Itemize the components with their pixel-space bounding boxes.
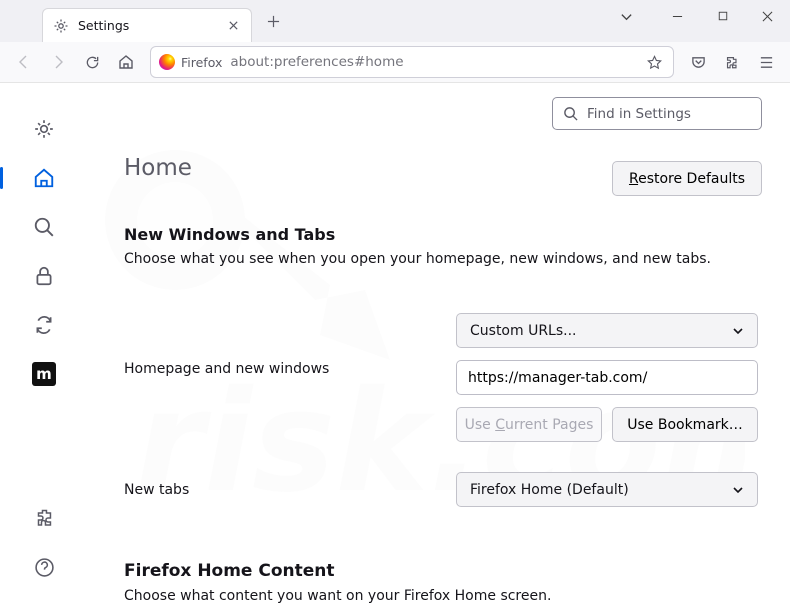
search-icon [563,106,578,121]
firefox-icon [159,54,175,70]
sidebar-item-sync[interactable] [24,305,64,345]
home-button[interactable] [110,46,142,78]
homepage-url-input[interactable] [456,360,758,395]
forward-button[interactable] [42,46,74,78]
maximize-button[interactable] [700,0,745,32]
section-heading: New Windows and Tabs [124,225,762,244]
tab-label: Settings [78,18,216,33]
sidebar-item-addons[interactable] [24,497,64,537]
urlbar[interactable]: Firefox about:preferences#home [150,46,674,78]
url-text: about:preferences#home [230,54,403,70]
search-placeholder: Find in Settings [587,106,691,122]
section-heading: Firefox Home Content [124,561,762,581]
search-input[interactable]: Find in Settings [552,97,762,130]
browser-tab[interactable]: Settings [42,8,252,42]
close-icon[interactable] [225,18,241,34]
section-desc: Choose what you see when you open your h… [124,251,762,267]
minimize-button[interactable] [655,0,700,32]
identity-box[interactable]: Firefox [159,54,222,70]
sidebar-item-general[interactable] [24,109,64,149]
restore-defaults-button[interactable]: Restore Defaults [612,161,762,196]
nav-toolbar: Firefox about:preferences#home [0,42,790,83]
gear-icon [53,18,69,34]
homepage-mode-select[interactable]: Custom URLs... [456,313,758,348]
m-icon: m [32,362,56,386]
extensions-button[interactable] [716,46,748,78]
reload-button[interactable] [76,46,108,78]
titlebar: Settings [0,0,790,42]
newtabs-label: New tabs [124,482,456,498]
bookmark-star-icon[interactable] [643,46,665,78]
newtabs-select[interactable]: Firefox Home (Default) [456,472,758,507]
chevron-down-icon [732,484,744,496]
chevron-down-icon [732,325,744,337]
tabs-dropdown-button[interactable] [604,0,649,32]
sidebar-item-home[interactable] [24,158,64,198]
sidebar-item-help[interactable] [24,547,64,587]
sidebar-item-extension[interactable]: m [24,354,64,394]
preferences-sidebar: m [0,83,88,599]
appmenu-button[interactable] [750,46,782,78]
newtab-button[interactable] [258,6,288,36]
section-desc: Choose what content you want on your Fir… [124,588,762,604]
sidebar-item-search[interactable] [24,207,64,247]
close-button[interactable] [745,0,790,32]
back-button[interactable] [8,46,40,78]
pocket-button[interactable] [682,46,714,78]
homepage-label: Homepage and new windows [124,313,456,377]
sidebar-item-privacy[interactable] [24,256,64,296]
use-bookmark-button[interactable]: Use Bookmark… [612,407,758,442]
use-current-pages-button[interactable]: Use Current Pages [456,407,602,442]
